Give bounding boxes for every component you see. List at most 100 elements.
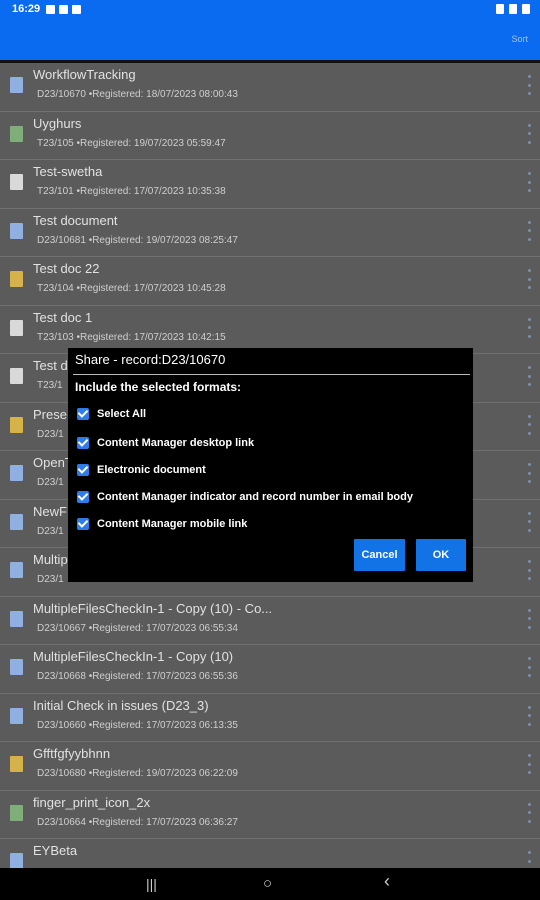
list-item[interactable]: Gfftfgfyybhnn D23/10680 •Registered: 19/0… <box>0 742 540 791</box>
record-meta: D23/10668 •Registered: 17/07/2023 06:55:… <box>37 671 238 682</box>
record-title: Prese <box>33 406 67 422</box>
file-icon <box>10 465 23 481</box>
record-title: EYBeta <box>33 843 78 858</box>
file-icon <box>10 562 23 578</box>
record-title: OpenT <box>33 455 73 470</box>
option-label: Content Manager mobile link <box>97 518 248 530</box>
file-icon <box>10 77 23 93</box>
checkbox-checked-icon[interactable] <box>77 437 89 449</box>
list-item[interactable]: Test document D23/10681 •Registered: 19/0… <box>0 209 540 257</box>
more-options-icon[interactable] <box>528 366 532 386</box>
record-meta: D23/10681 •Registered: 19/07/2023 08:25:… <box>37 234 238 246</box>
more-options-icon[interactable] <box>528 75 532 95</box>
more-options-icon[interactable] <box>528 172 532 192</box>
file-icon <box>10 271 23 287</box>
more-options-icon[interactable] <box>528 317 532 338</box>
record-title: WorkflowTracking <box>33 67 136 82</box>
record-title: NewF <box>33 503 67 519</box>
record-meta: T23/101 •Registered: 17/07/2023 10:35:38 <box>37 186 226 197</box>
more-options-icon[interactable] <box>528 463 532 483</box>
record-meta: T23/103 •Registered: 17/07/2023 10:42:15 <box>37 331 226 343</box>
file-icon <box>10 125 23 142</box>
battery-icon <box>522 4 530 14</box>
file-icon <box>10 319 23 336</box>
option-email-indicator[interactable]: Content Manager indicator and record num… <box>77 491 413 503</box>
file-icon <box>10 756 23 772</box>
record-title: MultipleFilesCheckIn-1 - Copy (10) - Co.… <box>33 600 273 616</box>
file-icon <box>10 368 23 384</box>
ok-button[interactable]: OK <box>416 539 466 571</box>
more-options-icon[interactable] <box>528 511 532 532</box>
list-item[interactable]: MultipleFilesCheckIn-1 - Copy (10) - Co.… <box>0 597 540 645</box>
option-mobile-link[interactable]: Content Manager mobile link <box>77 518 247 530</box>
record-meta: T23/104 •Registered: 17/07/2023 10:45:28 <box>37 283 226 294</box>
option-select-all[interactable]: Select All <box>77 408 146 420</box>
more-options-icon[interactable] <box>528 220 532 241</box>
list-item[interactable]: WorkflowTracking D23/10670 •Registered: 1… <box>0 63 540 112</box>
list-item[interactable]: Test doc 1 T23/103 •Registered: 17/07/202… <box>0 306 540 354</box>
more-options-icon[interactable] <box>528 802 532 823</box>
wifi-icon <box>509 4 517 14</box>
home-icon[interactable]: ○ <box>263 876 272 891</box>
list-item[interactable]: Test doc 22 T23/104 •Registered: 17/07/20… <box>0 257 540 306</box>
record-title: MultipleFilesCheckIn-1 - Copy (10) <box>33 649 234 664</box>
file-icon <box>10 853 23 868</box>
more-options-icon[interactable] <box>528 705 532 726</box>
option-label: Content Manager desktop link <box>97 437 255 449</box>
option-label: Electronic document <box>97 464 206 476</box>
more-options-icon[interactable] <box>528 269 532 289</box>
more-options-icon[interactable] <box>528 123 532 144</box>
record-meta: D23/1 <box>37 477 64 488</box>
file-icon <box>10 804 23 821</box>
status-bar: 16:29 <box>0 0 540 18</box>
record-title: Test doc 1 <box>33 309 93 325</box>
record-meta: D23/1 <box>37 525 64 537</box>
checkbox-checked-icon[interactable] <box>77 491 89 503</box>
record-meta: T23/1 <box>37 380 63 391</box>
alarm-icon <box>496 4 504 14</box>
list-item[interactable]: Initial Check in issues (D23_3) D23/10660… <box>0 694 540 742</box>
back-icon[interactable]: ‹ <box>384 872 390 890</box>
record-title: Test-swetha <box>33 164 103 179</box>
cancel-button[interactable]: Cancel <box>354 539 405 571</box>
record-title: Gfftfgfyybhnn <box>33 746 111 761</box>
file-icon <box>10 222 23 239</box>
record-meta: D23/1 <box>37 428 64 440</box>
file-icon <box>10 416 23 433</box>
list-item[interactable]: Uyghurs T23/105 •Registered: 19/07/2023 0… <box>0 112 540 160</box>
record-title: Initial Check in issues (D23_3) <box>33 697 209 713</box>
record-title: Uyghurs <box>33 115 82 131</box>
record-meta: D23/1 <box>37 574 64 585</box>
record-title: Test document <box>33 212 118 228</box>
recents-icon[interactable]: ||| <box>146 877 157 891</box>
record-title: Multip <box>33 552 68 567</box>
more-options-icon[interactable] <box>528 608 532 629</box>
record-meta: D23/10670 •Registered: 18/07/2023 08:00:… <box>37 89 238 100</box>
more-options-icon[interactable] <box>528 657 532 677</box>
list-item[interactable]: EYBeta <box>0 839 540 868</box>
more-options-icon[interactable] <box>528 414 532 435</box>
more-options-icon[interactable] <box>528 754 532 774</box>
list-item[interactable]: finger_print_icon_2x D23/10664 •Registere… <box>0 791 540 839</box>
option-label: Select All <box>97 408 147 420</box>
sort-button[interactable]: Sort <box>511 34 528 44</box>
record-meta: T23/105 •Registered: 19/07/2023 05:59:47 <box>37 137 226 149</box>
record-title: Test doc 22 <box>33 261 100 276</box>
app-bar: Sort <box>0 18 540 60</box>
more-options-icon[interactable] <box>528 560 532 580</box>
share-dialog: Share - record:D23/10670 Include the sel… <box>68 348 473 582</box>
record-title: Test d <box>33 358 68 373</box>
checkbox-checked-icon[interactable] <box>77 518 89 530</box>
list-item[interactable]: MultipleFilesCheckIn-1 - Copy (10) D23/10… <box>0 645 540 694</box>
file-icon <box>10 659 23 675</box>
notification-icons <box>46 4 82 14</box>
checkbox-checked-icon[interactable] <box>77 464 89 476</box>
checkbox-checked-icon[interactable] <box>77 408 89 420</box>
option-electronic-document[interactable]: Electronic document <box>77 464 206 476</box>
option-desktop-link[interactable]: Content Manager desktop link <box>77 437 254 449</box>
system-nav-bar: ||| ○ ‹ <box>0 868 540 900</box>
record-meta: D23/10667 •Registered: 17/07/2023 06:55:… <box>37 622 238 634</box>
more-options-icon[interactable] <box>528 851 532 868</box>
status-time: 16:29 <box>12 3 41 15</box>
list-item[interactable]: Test-swetha T23/101 •Registered: 17/07/20… <box>0 160 540 209</box>
